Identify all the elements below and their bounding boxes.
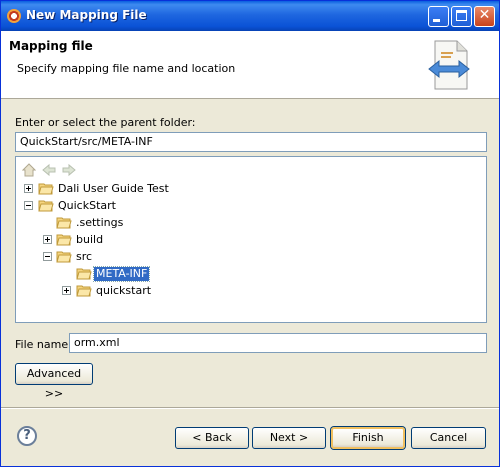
page-title: Mapping file [9,39,93,53]
folder-tree[interactable]: Dali User Guide Test QuickStart .setting… [15,156,487,323]
folder-icon [56,234,72,246]
folder-open-icon [56,251,72,263]
close-button[interactable]: ✕ [474,6,495,27]
tree-item-label: Dali User Guide Test [58,182,169,195]
help-icon[interactable]: ? [17,426,37,446]
tree-item[interactable]: Dali User Guide Test [16,181,316,197]
mapping-file-wizard-icon [428,40,470,90]
back-button[interactable]: < Back [175,427,249,449]
tree-item[interactable]: .settings [16,215,316,231]
eclipse-icon [7,9,21,23]
folder-open-icon [76,268,92,280]
window-title: New Mapping File [26,8,147,22]
file-name-input[interactable]: orm.xml [69,333,487,353]
collapse-icon[interactable] [43,252,52,261]
home-icon[interactable] [22,163,36,177]
file-name-label: File name: [15,338,72,351]
tree-item-label: .settings [76,216,124,229]
folder-icon [56,217,72,229]
cancel-button[interactable]: Cancel [411,427,486,449]
tree-item[interactable]: build [16,232,316,248]
collapse-icon[interactable] [24,201,33,210]
tree-item-selected[interactable]: META-INF [16,266,316,282]
tree-item-label: QuickStart [58,199,116,212]
new-mapping-file-dialog: New Mapping File ✕ Mapping file Specify … [0,0,500,467]
parent-folder-label: Enter or select the parent folder: [15,116,196,129]
tree-item-label: META-INF [92,266,151,282]
tree-item[interactable]: QuickStart [16,198,316,214]
page-description: Specify mapping file name and location [17,62,236,75]
folder-open-icon [38,200,54,212]
back-icon[interactable] [42,163,56,177]
close-icon: ✕ [478,7,491,23]
expand-icon[interactable] [43,235,52,244]
tree-item[interactable]: src [16,249,316,265]
footer-separator [1,407,499,409]
forward-icon[interactable] [62,163,76,177]
wizard-banner: Mapping file Specify mapping file name a… [1,31,499,99]
expand-icon[interactable] [62,286,71,295]
folder-icon [76,285,92,297]
title-bar[interactable]: New Mapping File ✕ [1,1,499,31]
maximize-icon [456,10,467,21]
maximize-button[interactable] [451,6,472,27]
tree-item[interactable]: quickstart [16,283,316,299]
expand-icon[interactable] [24,184,33,193]
tree-item-label: src [76,250,93,263]
tree-item-label: quickstart [96,284,152,297]
finish-button[interactable]: Finish [331,427,405,449]
tree-item-label: build [76,233,104,246]
folder-icon [38,183,54,195]
next-button[interactable]: Next > [252,427,326,449]
minimize-icon [433,19,440,22]
parent-folder-input[interactable]: QuickStart/src/META-INF [15,132,487,152]
advanced-button[interactable]: Advanced >> [15,363,93,400]
minimize-button[interactable] [428,6,449,27]
